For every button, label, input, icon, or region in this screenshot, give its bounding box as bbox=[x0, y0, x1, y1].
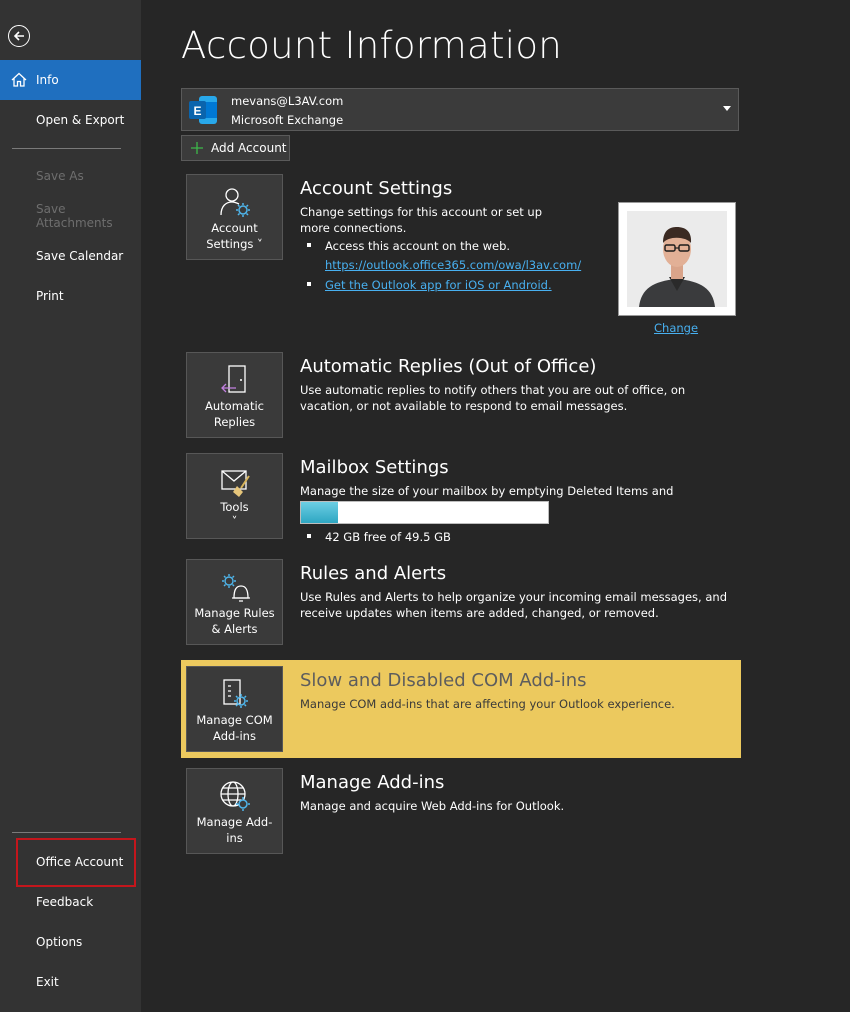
svg-text:E: E bbox=[193, 104, 201, 118]
automatic-replies-button[interactable]: Automatic Replies bbox=[186, 352, 283, 438]
main-content: Account Information E mevans@L3AV.com Mi… bbox=[141, 0, 850, 1012]
com-addins-section: Manage COM Add-ins Slow and Disabled COM… bbox=[181, 660, 741, 758]
account-settings-title: Account Settings bbox=[300, 178, 453, 199]
web-access-text: Access this account on the web. bbox=[325, 239, 511, 253]
com-addins-tile-label-1: Manage COM bbox=[196, 713, 273, 727]
tools-button[interactable]: Tools ˅ bbox=[186, 453, 283, 539]
nav-exit-label: Exit bbox=[36, 975, 59, 989]
rules-tile-label-1: Manage Rules bbox=[194, 606, 275, 620]
rules-alerts-title: Rules and Alerts bbox=[300, 563, 447, 584]
account-gear-icon bbox=[219, 188, 250, 217]
manage-com-addins-button[interactable]: Manage COM Add-ins bbox=[186, 666, 283, 752]
home-icon bbox=[11, 72, 27, 87]
nav-info-label: Info bbox=[36, 73, 59, 87]
nav-open-export[interactable]: Open & Export bbox=[0, 100, 141, 140]
chevron-down-icon bbox=[723, 106, 731, 111]
nav-options-label: Options bbox=[36, 935, 83, 949]
mailbox-broom-icon bbox=[220, 470, 250, 497]
mailbox-settings-title: Mailbox Settings bbox=[300, 457, 449, 478]
add-account-button[interactable]: Add Account bbox=[181, 135, 290, 161]
chevron-down-icon: ˅ bbox=[231, 514, 238, 528]
bullet bbox=[307, 282, 311, 286]
manage-addins-title: Manage Add-ins bbox=[300, 772, 445, 793]
mailbox-usage-bar bbox=[300, 501, 549, 524]
nav-save-attachments: Save Attachments bbox=[0, 196, 141, 236]
plus-icon bbox=[191, 142, 203, 154]
exchange-icon: E bbox=[189, 96, 217, 124]
automatic-replies-tile-label-1: Automatic bbox=[205, 399, 264, 413]
office-account-highlight-box bbox=[16, 838, 136, 887]
manage-rules-alerts-button[interactable]: Manage Rules & Alerts bbox=[186, 559, 283, 645]
bullet bbox=[307, 534, 311, 538]
nav-save-as: Save As bbox=[0, 156, 141, 196]
account-email: mevans@L3AV.com bbox=[231, 94, 344, 108]
nav-options[interactable]: Options bbox=[0, 922, 141, 962]
automatic-replies-title: Automatic Replies (Out of Office) bbox=[300, 356, 597, 377]
rules-bell-icon bbox=[221, 574, 250, 602]
account-settings-tile-label-2: Settings ˅ bbox=[206, 237, 263, 251]
globe-gear-icon bbox=[219, 781, 250, 811]
nav-print-label: Print bbox=[36, 289, 64, 303]
automatic-replies-desc: Use automatic replies to notify others t… bbox=[300, 383, 686, 413]
add-account-label: Add Account bbox=[211, 141, 287, 155]
nav-save-as-label: Save As bbox=[36, 169, 84, 183]
addins-tile-label-1: Manage Add- bbox=[196, 815, 273, 829]
nav-save-calendar-label: Save Calendar bbox=[36, 249, 124, 263]
nav-save-calendar[interactable]: Save Calendar bbox=[0, 236, 141, 276]
automatic-replies-section: Automatic Replies Automatic Replies (Out… bbox=[181, 350, 741, 440]
outlook-app-link[interactable]: Get the Outlook app for iOS or Android. bbox=[325, 278, 552, 292]
nav-feedback-label: Feedback bbox=[36, 895, 94, 909]
com-addins-gear-icon bbox=[222, 679, 248, 708]
nav-exit[interactable]: Exit bbox=[0, 962, 141, 1002]
sidebar-divider bbox=[12, 148, 121, 149]
automatic-replies-tile-label-2: Replies bbox=[213, 415, 256, 429]
rules-tile-label-2: & Alerts bbox=[211, 622, 258, 636]
door-arrow-icon bbox=[220, 365, 246, 393]
change-photo-link[interactable]: Change bbox=[654, 321, 698, 335]
com-addins-tile-label-2: Add-ins bbox=[213, 729, 256, 743]
nav-feedback[interactable]: Feedback bbox=[0, 882, 141, 922]
nav-save-attachments-label: Save Attachments bbox=[36, 202, 113, 230]
owa-link[interactable]: https://outlook.office365.com/owa/l3av.c… bbox=[325, 258, 581, 272]
account-settings-button[interactable]: Account Settings ˅ bbox=[186, 174, 283, 260]
backstage-sidebar: Info Open & Export Save As Save Attachme… bbox=[0, 0, 141, 1012]
page-title: Account Information bbox=[181, 24, 563, 67]
nav-print[interactable]: Print bbox=[0, 276, 141, 316]
mailbox-free-space: 42 GB free of 49.5 GB bbox=[325, 530, 451, 544]
sidebar-divider-bottom bbox=[12, 832, 121, 833]
profile-photo[interactable] bbox=[618, 202, 736, 316]
account-dropdown[interactable]: E mevans@L3AV.com Microsoft Exchange bbox=[181, 88, 739, 131]
rules-alerts-desc: Use Rules and Alerts to help organize yo… bbox=[300, 590, 727, 620]
rules-alerts-section: Manage Rules & Alerts Rules and Alerts U… bbox=[181, 557, 741, 647]
manage-addins-button[interactable]: Manage Add- ins bbox=[186, 768, 283, 854]
mailbox-usage-fill bbox=[301, 502, 339, 523]
account-type: Microsoft Exchange bbox=[231, 113, 344, 127]
com-addins-desc: Manage COM add-ins that are affecting yo… bbox=[300, 697, 675, 711]
manage-addins-desc: Manage and acquire Web Add-ins for Outlo… bbox=[300, 799, 565, 813]
account-settings-tile-label-1: Account bbox=[211, 221, 258, 235]
back-arrow-icon[interactable] bbox=[8, 25, 30, 47]
manage-addins-section: Manage Add- ins Manage Add-ins Manage an… bbox=[181, 766, 741, 856]
addins-tile-label-2: ins bbox=[226, 831, 243, 845]
bullet bbox=[307, 243, 311, 247]
account-settings-desc: Change settings for this account or set … bbox=[300, 205, 543, 235]
nav-info[interactable]: Info bbox=[0, 60, 141, 100]
com-addins-title: Slow and Disabled COM Add-ins bbox=[300, 670, 587, 691]
avatar bbox=[627, 211, 727, 307]
nav-open-export-label: Open & Export bbox=[36, 113, 125, 127]
